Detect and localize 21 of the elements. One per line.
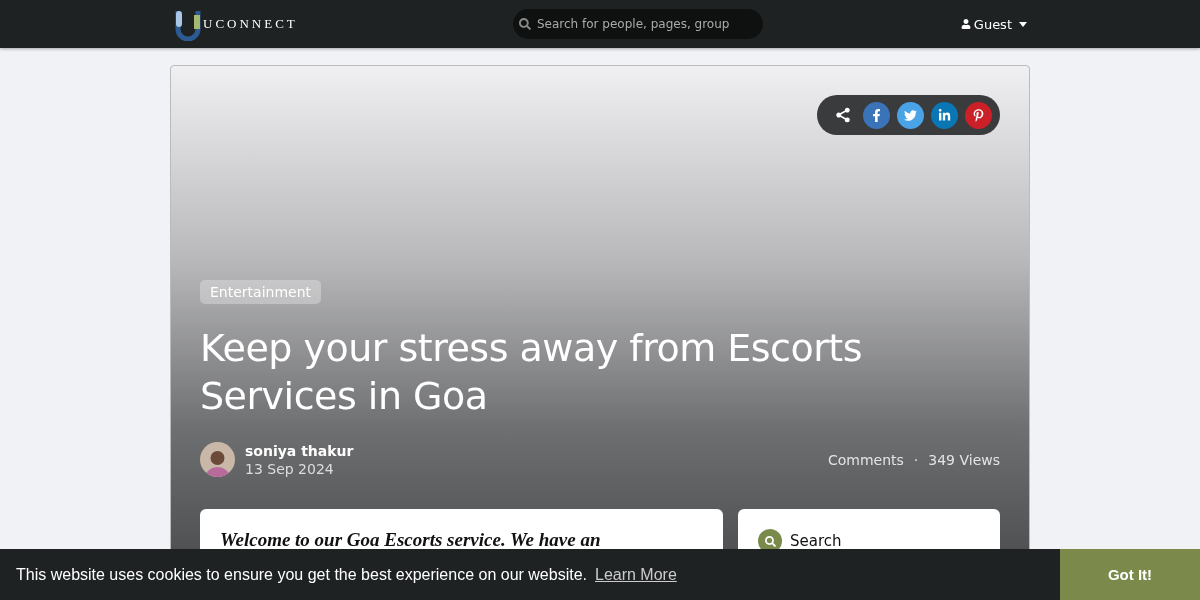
pinterest-icon[interactable] (965, 101, 992, 129)
user-menu[interactable]: Guest (954, 15, 1033, 33)
search-icon (519, 18, 531, 30)
separator: · (913, 451, 919, 468)
search-field[interactable]: Search for people, pages, group (513, 9, 763, 39)
got-it-button[interactable]: Got It! (1060, 549, 1200, 600)
comments-link[interactable]: Comments (827, 451, 904, 468)
logo-text[interactable]: UCONNECT (203, 16, 298, 32)
facebook-icon[interactable] (863, 101, 890, 129)
avatar (200, 442, 235, 477)
twitter-icon[interactable] (897, 101, 924, 129)
learn-more-link[interactable]: Learn More (595, 565, 677, 584)
article-title: Keep your stress away from Escorts Services in Goa (200, 325, 864, 420)
linkedin-icon[interactable] (931, 101, 958, 129)
author-name[interactable]: soniya thakur (245, 442, 354, 459)
user-icon (960, 19, 971, 29)
cookie-message: This website uses cookies to ensure you get the best experience on our website. (15, 565, 587, 584)
post-date: 13 Sep 2024 (245, 460, 335, 477)
article-text: Welcome to our Goa Escorts service. We have an (220, 529, 602, 551)
sidebar-title: Search (790, 532, 842, 550)
views-count: 349 Views (928, 451, 1000, 468)
